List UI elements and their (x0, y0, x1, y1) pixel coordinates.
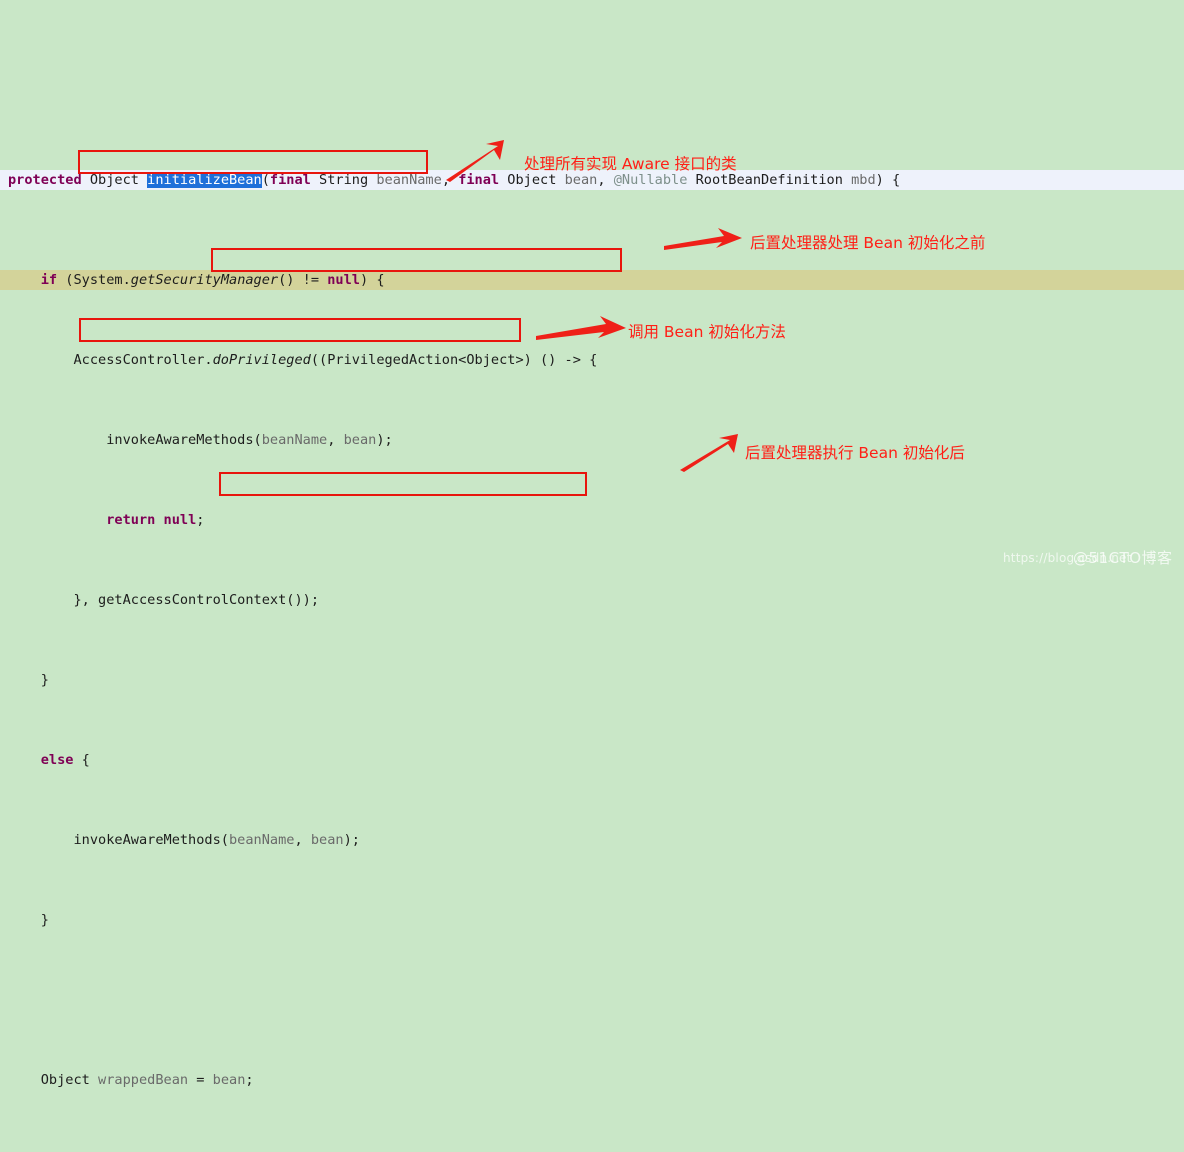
code-line-5[interactable]: return null; (0, 510, 1184, 530)
token-comma-2: , (597, 172, 614, 188)
token-type-object: Object (81, 172, 148, 188)
token-arg-bean-1: bean (343, 432, 377, 448)
note-init-method: 调用 Bean 初始化方法 (628, 323, 786, 341)
token-type-object-3: Object (40, 1072, 99, 1088)
code-line-partial-top (0, 80, 1184, 90)
token-var-bean-3: bean (212, 1072, 246, 1088)
watermark-site: @51CTO博客 (1073, 549, 1173, 567)
token-comma-3: , (327, 432, 344, 448)
token-call-invokeAwareMethods-1: invokeAwareMethods( (106, 432, 262, 448)
token-paren-open: ( (261, 172, 270, 188)
token-annotation-nullable: @Nullable (613, 172, 688, 188)
token-brace-open-2: ) { (359, 272, 385, 288)
code-line-7[interactable]: } (0, 670, 1184, 690)
token-getAccessControlContext: }, getAccessControlContext()); (73, 592, 320, 608)
token-selected-initializeBean[interactable]: initializeBean (147, 172, 262, 188)
code-line-11-blank[interactable] (0, 990, 1184, 1010)
token-semicolon-1: ); (376, 432, 393, 448)
token-brace-open-1: ) { (875, 172, 901, 188)
token-keyword-final-1: final (269, 172, 311, 188)
token-assign-1: = (188, 1072, 213, 1088)
note-before-init: 后置处理器处理 Bean 初始化之前 (750, 234, 986, 252)
code-line-13[interactable]: if (mbd == null || !mbd.isSynthetic()) { (0, 1150, 1184, 1152)
code-line-6[interactable]: }, getAccessControlContext()); (0, 590, 1184, 610)
token-call-invokeAwareMethods-2: invokeAwareMethods( (73, 832, 229, 848)
token-semicolon-2: ; (196, 512, 205, 528)
code-line-3[interactable]: AccessController.doPrivileged((Privilege… (0, 350, 1184, 370)
token-semicolon-4: ; (245, 1072, 254, 1088)
token-privilegedaction-lambda: ((PrivilegedAction<Object>) () -> { (310, 352, 598, 368)
token-type-string: String (310, 172, 377, 188)
arrow-to-before-init-note (664, 228, 742, 250)
token-arg-beanName-2: beanName (228, 832, 295, 848)
code-editor-viewport[interactable]: protected Object initializeBean(final St… (0, 0, 1184, 1088)
code-line-2[interactable]: if (System.getSecurityManager() != null)… (0, 270, 1184, 290)
token-keyword-return-1: return (106, 512, 156, 528)
note-after-init: 后置处理器执行 Bean 初始化后 (745, 444, 965, 462)
token-semicolon-3: ); (343, 832, 360, 848)
token-keyword-null-1: null (327, 272, 360, 288)
token-param-beanName: beanName (376, 172, 442, 188)
token-comma-4: , (294, 832, 311, 848)
token-brace-close-2: } (40, 912, 49, 928)
token-space-1 (155, 512, 163, 528)
code-screenshot: protected Object initializeBean(final St… (0, 0, 1184, 1088)
token-keyword-null-2: null (163, 512, 197, 528)
token-arg-beanName-1: beanName (261, 432, 328, 448)
token-type-rootbeandefinition: RootBeanDefinition (687, 172, 852, 188)
token-keyword-else: else (40, 752, 74, 768)
token-notequal: () != (278, 272, 328, 288)
token-method-doPrivileged: doPrivileged (212, 352, 311, 368)
token-brace-close-1: } (40, 672, 49, 688)
code-line-4[interactable]: invokeAwareMethods(beanName, bean); (0, 430, 1184, 450)
token-accesscontroller: AccessController. (73, 352, 213, 368)
token-method-getSecurityManager: getSecurityManager (130, 272, 279, 288)
token-var-wrappedBean-1: wrappedBean (98, 1072, 189, 1088)
code-line-8[interactable]: else { (0, 750, 1184, 770)
code-line-10[interactable]: } (0, 910, 1184, 930)
note-aware: 处理所有实现 Aware 接口的类 (524, 155, 737, 173)
token-keyword-protected: protected (8, 172, 82, 188)
token-param-bean: bean (564, 172, 598, 188)
token-keyword-if-1: if (40, 272, 58, 288)
token-arg-bean-2: bean (310, 832, 344, 848)
token-brace-open-3: { (73, 752, 90, 768)
code-line-9[interactable]: invokeAwareMethods(beanName, bean); (0, 830, 1184, 850)
token-param-mbd: mbd (851, 172, 876, 188)
code-line-12[interactable]: Object wrappedBean = bean; (0, 1070, 1184, 1090)
token-system-dot: (System. (57, 272, 131, 288)
